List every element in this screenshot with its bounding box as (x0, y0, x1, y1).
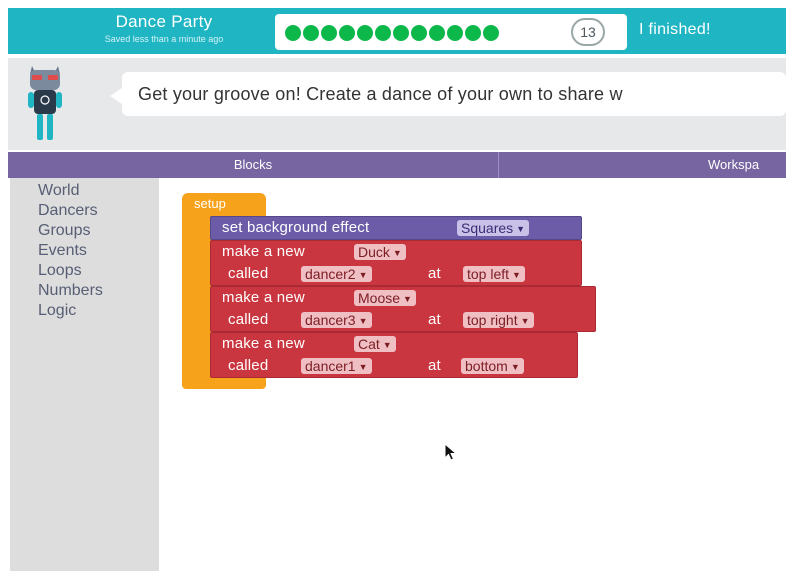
make-dancer-block[interactable]: make a new Cat ▼ called dancer1 ▼ at botto… (210, 332, 578, 378)
progress-dot[interactable] (303, 25, 319, 41)
dancer-name-dropdown[interactable]: dancer2 ▼ (301, 266, 372, 282)
dancer-location-value: top right (467, 312, 518, 328)
chevron-down-icon: ▼ (358, 362, 368, 372)
make-new-label: make a new (222, 289, 305, 306)
progress-dot[interactable] (465, 25, 481, 41)
progress-dot[interactable] (285, 25, 301, 41)
chevron-down-icon: ▼ (382, 340, 392, 350)
background-effect-dropdown[interactable]: Squares ▼ (457, 220, 530, 236)
category-numbers[interactable]: Numbers (38, 282, 103, 300)
dancer-location-dropdown[interactable]: bottom ▼ (461, 358, 524, 374)
category-groups[interactable]: Groups (38, 222, 90, 240)
progress-dot[interactable] (339, 25, 355, 41)
category-dancers[interactable]: Dancers (38, 202, 98, 220)
dancer-type-dropdown[interactable]: Moose ▼ (354, 290, 416, 306)
header-bar: Dance Party Saved less than a minute ago… (8, 8, 786, 54)
make-dancer-block[interactable]: make a new Moose ▼ called dancer3 ▼ at top… (210, 286, 596, 332)
chevron-down-icon: ▼ (510, 362, 520, 372)
setup-label: setup (194, 196, 226, 211)
chevron-down-icon: ▼ (358, 270, 368, 280)
finished-button[interactable]: I finished! (639, 21, 711, 39)
title-block: Dance Party Saved less than a minute ago (54, 12, 274, 44)
progress-dot[interactable] (411, 25, 427, 41)
cat-mascot-icon (28, 66, 62, 140)
dancer-location-dropdown[interactable]: top left ▼ (463, 266, 525, 282)
make-dancer-block[interactable]: make a new Duck ▼ called dancer2 ▼ at top … (210, 240, 582, 286)
instructions-panel: Get your groove on! Create a dance of yo… (8, 58, 786, 150)
chevron-down-icon: ▼ (516, 224, 526, 234)
dancer-name-value: dancer1 (305, 358, 356, 374)
at-label: at (428, 265, 441, 282)
background-effect-value: Squares (461, 220, 514, 236)
make-new-label: make a new (222, 243, 305, 260)
progress-dot[interactable] (321, 25, 337, 41)
chevron-down-icon: ▼ (512, 270, 521, 280)
make-new-label: make a new (222, 335, 305, 352)
dancer-type-value: Moose (358, 290, 401, 306)
level-progress: 13 (275, 14, 627, 50)
dancer-name-value: dancer2 (305, 266, 356, 282)
save-status: Saved less than a minute ago (104, 34, 224, 44)
set-background-label: set background effect (222, 219, 370, 236)
progress-dot[interactable] (429, 25, 445, 41)
category-logic[interactable]: Logic (38, 302, 76, 320)
tab-divider (498, 152, 499, 178)
dancer-location-value: top left (467, 266, 510, 282)
progress-dot[interactable] (393, 25, 409, 41)
dancer-type-dropdown[interactable]: Cat ▼ (354, 336, 396, 352)
tab-blocks: Blocks (233, 157, 273, 172)
chevron-down-icon: ▼ (358, 316, 368, 326)
current-level-bubble[interactable]: 13 (571, 18, 605, 46)
progress-dots (285, 25, 501, 41)
category-events[interactable]: Events (38, 242, 87, 260)
set-background-block[interactable]: set background effect Squares ▼ (210, 216, 582, 240)
dancer-name-value: dancer3 (305, 312, 356, 328)
dancer-location-value: bottom (465, 358, 508, 374)
dancer-type-value: Duck (358, 244, 390, 260)
dancer-location-dropdown[interactable]: top right ▼ (463, 312, 534, 328)
called-label: called (228, 357, 269, 374)
category-world[interactable]: World (38, 182, 80, 200)
progress-dot[interactable] (483, 25, 499, 41)
chevron-down-icon: ▼ (520, 316, 530, 326)
instruction-text: Get your groove on! Create a dance of yo… (138, 84, 623, 104)
tab-bar: Blocks Workspa (8, 152, 786, 178)
tab-workspace: Workspa (708, 157, 760, 172)
dancer-type-value: Cat (358, 336, 380, 352)
progress-dot[interactable] (375, 25, 391, 41)
mouse-pointer-icon (444, 443, 458, 461)
at-label: at (428, 311, 441, 328)
progress-dot[interactable] (357, 25, 373, 41)
instruction-bubble: Get your groove on! Create a dance of yo… (110, 72, 786, 116)
app-title: Dance Party (115, 12, 213, 31)
chevron-down-icon: ▼ (403, 294, 412, 304)
chevron-down-icon: ▼ (392, 248, 402, 258)
called-label: called (228, 311, 269, 328)
dancer-type-dropdown[interactable]: Duck ▼ (354, 244, 406, 260)
progress-dot[interactable] (447, 25, 463, 41)
dancer-name-dropdown[interactable]: dancer3 ▼ (301, 312, 372, 328)
called-label: called (228, 265, 269, 282)
category-loops[interactable]: Loops (38, 262, 82, 280)
toolbox: World Dancers Groups Events Loops Number… (10, 178, 159, 571)
at-label: at (428, 357, 441, 374)
dancer-name-dropdown[interactable]: dancer1 ▼ (301, 358, 372, 374)
